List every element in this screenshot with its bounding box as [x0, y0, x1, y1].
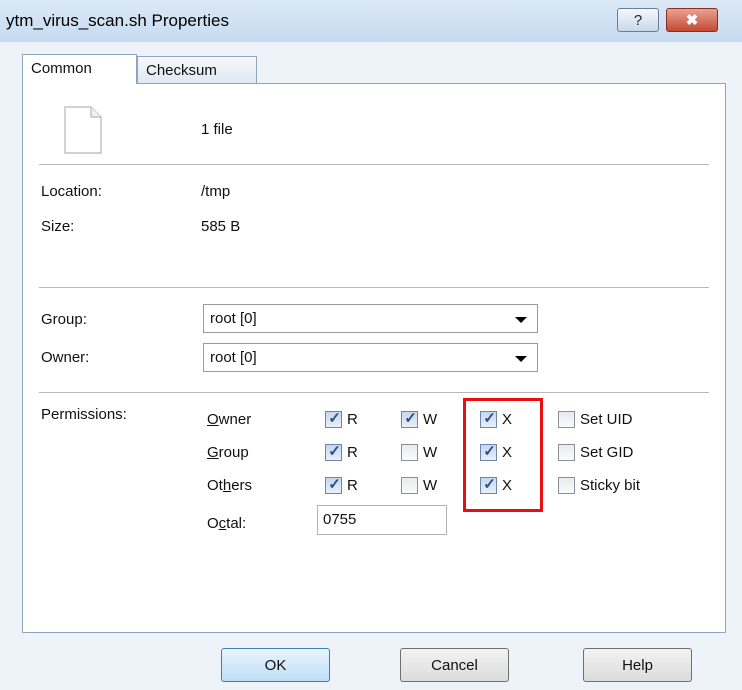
octal-input[interactable]: 0755	[317, 505, 447, 535]
group-select[interactable]: root [0]	[203, 304, 538, 333]
sticky-bit-checkbox[interactable]	[558, 477, 575, 494]
others-write-checkbox[interactable]	[401, 477, 418, 494]
group-label: Group:	[41, 311, 87, 328]
location-value: /tmp	[201, 183, 231, 200]
group-write-checkbox[interactable]	[401, 444, 418, 461]
owner-label: Owner:	[41, 349, 90, 366]
owner-write-checkbox[interactable]: ✓	[401, 410, 418, 428]
owner-read-label: R	[347, 411, 358, 428]
divider	[39, 164, 709, 165]
octal-label: Octal:	[207, 515, 247, 532]
location-label: Location:	[41, 183, 102, 200]
properties-dialog: ytm_virus_scan.sh Properties ? ✖ Common …	[0, 0, 742, 690]
others-write-label: W	[423, 477, 438, 494]
size-label: Size:	[41, 218, 75, 235]
group-write-label: W	[423, 444, 438, 461]
help-icon: ?	[633, 11, 643, 29]
file-count: 1 file	[201, 121, 233, 138]
group-read-checkbox[interactable]: ✓	[325, 443, 342, 461]
others-read-checkbox[interactable]: ✓	[325, 476, 342, 494]
size-value: 585 B	[201, 218, 241, 235]
sticky-bit-label: Sticky bit	[580, 477, 641, 494]
common-tab-panel: 1 file Location: /tmp Size: 585 B Group:…	[22, 83, 726, 633]
close-icon: ✖	[685, 12, 699, 29]
others-read-label: R	[347, 477, 358, 494]
chevron-down-icon	[515, 317, 527, 323]
owner-select[interactable]: root [0]	[203, 343, 538, 372]
cancel-button[interactable]: Cancel	[400, 648, 509, 682]
owner-read-checkbox[interactable]: ✓	[325, 410, 342, 428]
perm-owner-label: Owner	[207, 411, 252, 428]
tab-checksum[interactable]: Checksum	[137, 56, 257, 83]
set-uid-checkbox[interactable]	[558, 411, 575, 428]
file-icon	[64, 106, 102, 154]
execute-highlight-box	[463, 398, 543, 512]
owner-select-value: root [0]	[210, 349, 257, 366]
group-select-value: root [0]	[210, 310, 257, 327]
perm-group-label: Group	[207, 444, 249, 461]
group-read-label: R	[347, 444, 358, 461]
divider	[39, 287, 709, 288]
owner-write-label: W	[423, 411, 438, 428]
permissions-label: Permissions:	[41, 406, 127, 423]
octal-value: 0755	[323, 511, 357, 528]
title-bar[interactable]: ytm_virus_scan.sh Properties ? ✖	[0, 0, 742, 42]
set-gid-checkbox[interactable]	[558, 444, 575, 461]
set-uid-label: Set UID	[580, 411, 633, 428]
tab-common[interactable]: Common	[22, 54, 137, 84]
help-button[interactable]: Help	[583, 648, 692, 682]
help-title-button[interactable]: ?	[617, 8, 659, 32]
ok-button[interactable]: OK	[221, 648, 330, 682]
chevron-down-icon	[515, 356, 527, 362]
window-title: ytm_virus_scan.sh Properties	[6, 11, 229, 30]
set-gid-label: Set GID	[580, 444, 634, 461]
divider	[39, 392, 709, 393]
perm-others-label: Others	[207, 477, 253, 494]
close-button[interactable]: ✖	[666, 8, 718, 32]
